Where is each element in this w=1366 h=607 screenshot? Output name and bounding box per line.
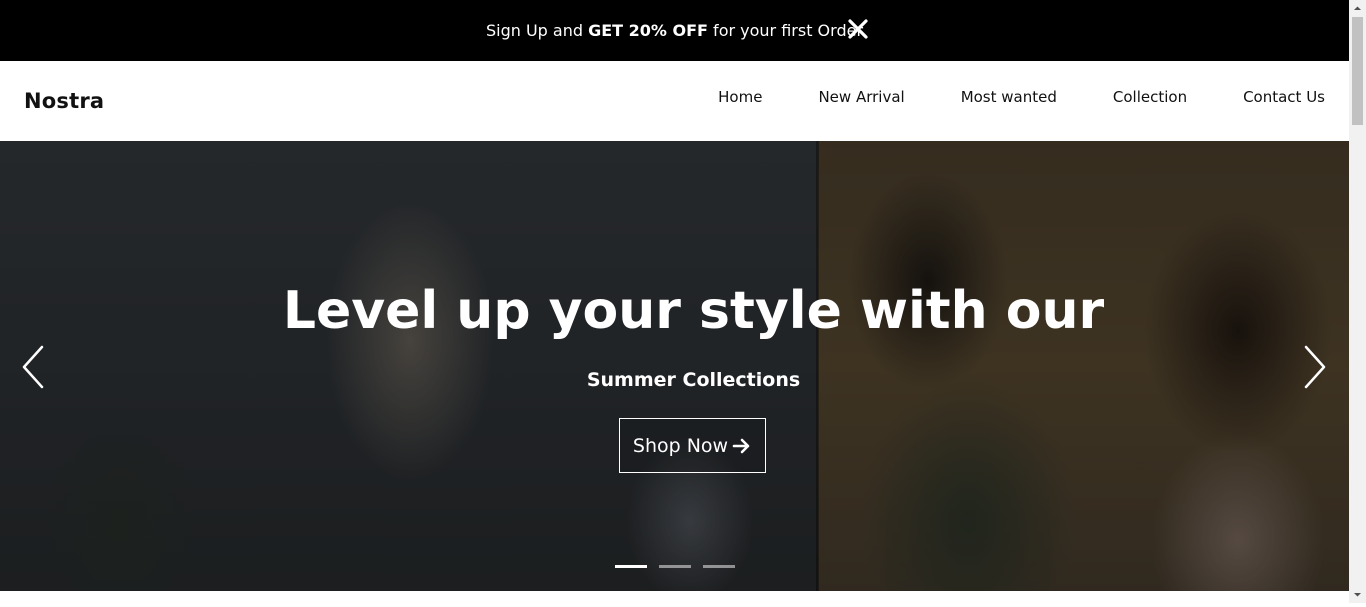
scrollbar-thumb[interactable] <box>1352 17 1363 125</box>
carousel-indicator-3[interactable] <box>703 565 735 568</box>
scrollbar[interactable] <box>1349 0 1366 603</box>
brand-logo[interactable]: Nostra <box>24 89 104 113</box>
chevron-right-icon[interactable] <box>1302 343 1330 391</box>
promo-prefix: Sign Up and <box>485 21 589 40</box>
carousel-indicator-1[interactable] <box>615 565 647 568</box>
hero-headline: Level up your style with our <box>282 281 1105 341</box>
carousel-indicator-2[interactable] <box>659 565 691 568</box>
nav-new-arrival[interactable]: New Arrival <box>818 88 904 106</box>
close-icon[interactable] <box>846 17 870 41</box>
carousel-indicators <box>615 565 735 568</box>
promo-highlight: GET 20% OFF <box>588 21 708 40</box>
hero-overlay <box>0 141 1349 591</box>
nav-contact-us[interactable]: Contact Us <box>1243 88 1325 106</box>
shop-now-label: Shop Now <box>632 434 729 457</box>
chevron-left-icon[interactable] <box>18 343 46 391</box>
page: Sign Up and GET 20% OFF for your first O… <box>0 0 1349 603</box>
scroll-up-icon[interactable] <box>1349 0 1366 17</box>
promo-suffix: for your first Order <box>707 21 864 40</box>
nav-most-wanted[interactable]: Most wanted <box>961 88 1057 106</box>
nav-home[interactable]: Home <box>718 88 762 106</box>
site-header: Nostra Home New Arrival Most wanted Coll… <box>0 61 1349 141</box>
nav-collection[interactable]: Collection <box>1113 88 1187 106</box>
scroll-down-icon[interactable] <box>1349 586 1366 603</box>
main-nav: Home New Arrival Most wanted Collection … <box>718 88 1325 106</box>
hero-subheadline: Summer Collections <box>586 369 801 391</box>
promo-bar: Sign Up and GET 20% OFF for your first O… <box>0 0 1349 61</box>
shop-now-button[interactable]: Shop Now <box>619 418 766 473</box>
arrow-right-icon <box>732 436 752 456</box>
promo-text: Sign Up and GET 20% OFF for your first O… <box>486 21 863 40</box>
hero-carousel: Level up your style with our Summer Coll… <box>0 141 1349 591</box>
